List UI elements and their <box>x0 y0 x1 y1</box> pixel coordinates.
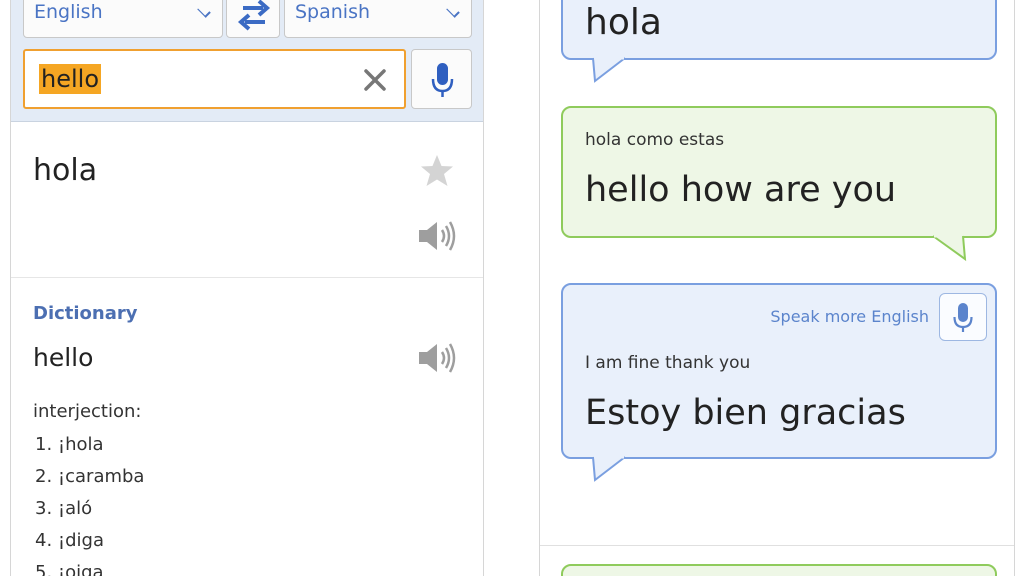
dictionary-word: hello <box>33 343 94 372</box>
microphone-icon <box>953 303 973 332</box>
dictionary-section: Dictionary hello interjection: 1. ¡hola … <box>11 279 483 576</box>
swap-languages-button[interactable] <box>226 0 280 38</box>
bubble-translation: hello how are you <box>585 170 897 210</box>
speaker-icon[interactable] <box>417 219 457 253</box>
divider <box>540 545 1014 546</box>
language-bar: English Spanish hello <box>11 0 483 122</box>
part-of-speech: interjection: <box>33 401 142 422</box>
list-item: 5. ¡oiga <box>35 562 104 576</box>
list-item: 3. ¡aló <box>35 498 93 519</box>
swap-icon <box>237 0 271 31</box>
dictionary-title: Dictionary <box>33 303 138 324</box>
search-input[interactable]: hello <box>23 49 406 109</box>
list-item: 2. ¡caramba <box>35 466 145 487</box>
bubble-tail <box>592 56 626 83</box>
translate-screen: English Spanish hello hola Dictionary he… <box>10 0 484 576</box>
star-icon[interactable] <box>419 153 455 189</box>
source-language-select[interactable]: English <box>23 0 223 38</box>
clear-icon[interactable] <box>362 67 388 93</box>
speak-more-mic-button[interactable] <box>939 293 987 341</box>
speak-more-link[interactable]: Speak more English <box>770 307 929 326</box>
conversation-bubble[interactable]: hola <box>561 0 997 83</box>
bubble-original: I am fine thank you <box>585 353 751 373</box>
search-input-value: hello <box>39 64 101 94</box>
bubble-translation: Estoy bien gracias <box>585 393 906 433</box>
target-language-label: Spanish <box>295 1 371 23</box>
target-language-select[interactable]: Spanish <box>284 0 472 38</box>
conversation-screen: hola hola como estas hello how are you S… <box>539 0 1015 576</box>
chevron-down-icon <box>446 4 460 18</box>
microphone-icon <box>431 63 454 97</box>
bubble-translation: hola <box>585 2 662 43</box>
translation-text: hola <box>33 153 98 188</box>
translation-result: hola <box>11 123 483 278</box>
conversation-bubble[interactable]: Speak more English I am fine thank you E… <box>561 283 997 482</box>
conversation-bubble[interactable] <box>561 564 997 576</box>
chevron-down-icon <box>197 4 211 18</box>
speaker-icon[interactable] <box>417 341 457 375</box>
list-item: 1. ¡hola <box>35 434 104 455</box>
bubble-original: hola como estas <box>585 130 725 150</box>
bubble-tail <box>932 234 967 262</box>
bubble-tail <box>592 455 626 482</box>
dictionary-entries: 1. ¡hola 2. ¡caramba 3. ¡aló 4. ¡diga 5.… <box>35 431 144 576</box>
list-item: 4. ¡diga <box>35 530 104 551</box>
voice-input-button[interactable] <box>411 49 472 109</box>
conversation-bubble[interactable]: hola como estas hello how are you <box>561 106 997 262</box>
source-language-label: English <box>34 1 103 23</box>
